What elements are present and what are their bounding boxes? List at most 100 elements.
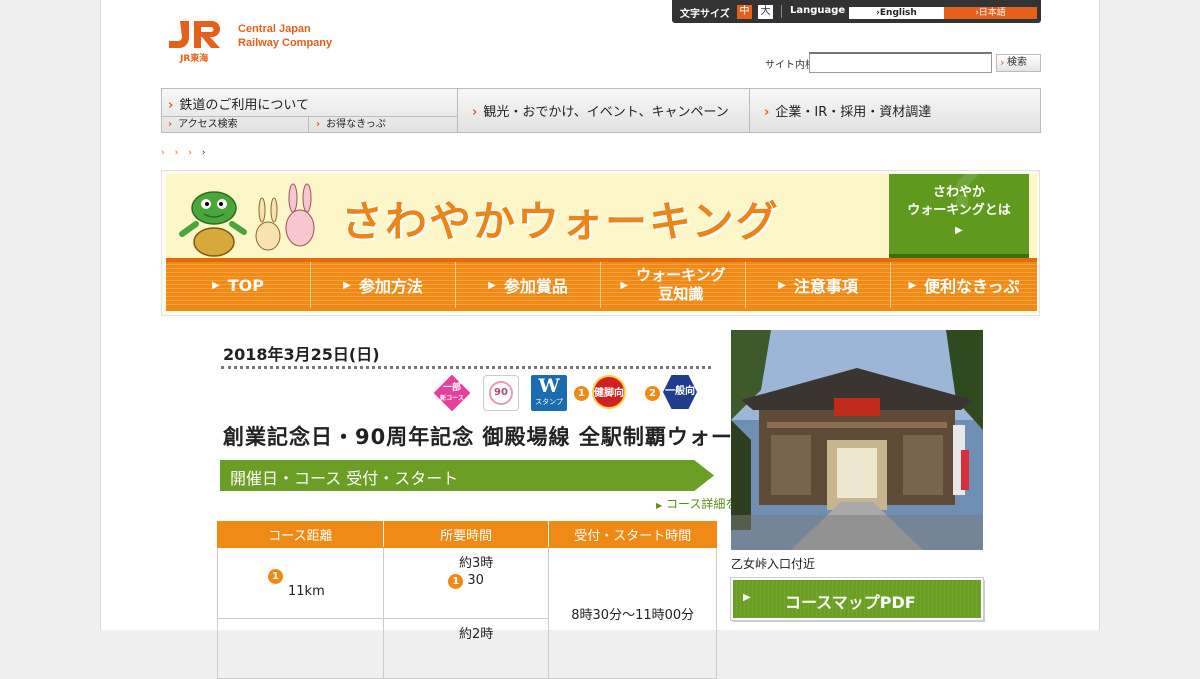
table-row: 1 11km 約3時 1 30 8時30分〜11時00分 xyxy=(217,547,717,679)
nav-item-rail-label: 鉄道のご利用について xyxy=(179,98,309,113)
new-course-badge-icon: 一部 新コース xyxy=(433,374,471,412)
global-nav: › 鉄道のご利用について › アクセス検索 › お得なきっぷ › 観光・おでかけ、イベン… xyxy=(161,88,1041,133)
triangle-right-icon: ▶ xyxy=(955,225,963,236)
nav-item-discount-tickets[interactable]: › お得なきっぷ xyxy=(310,117,458,132)
triangle-right-icon: ▶ xyxy=(778,279,786,291)
table-header: 所要時間 xyxy=(382,521,550,548)
banner-nav: ▶ TOP ▶ 参加方法 ▶ 参加賞品 ▶ ウォーキング 豆知識 ▶ 注意事項 ▶ 便利なきっ… xyxy=(166,258,1037,311)
japanese-button[interactable]: ›日本語 xyxy=(944,7,1037,19)
divider xyxy=(781,5,782,18)
table-cell-time: 約2時 xyxy=(382,618,550,679)
company-name: Central Japan Railway Company xyxy=(238,22,332,50)
breadcrumb-item[interactable]: › xyxy=(175,148,189,158)
breadcrumb-item[interactable]: › xyxy=(202,148,216,158)
nav-item-rail[interactable]: › 鉄道のご利用について xyxy=(162,89,458,117)
chevron-right-icon: › xyxy=(168,98,174,113)
table-header: コース距離 xyxy=(217,521,384,548)
badge-text: 一部 xyxy=(442,383,461,393)
w-stamp-badge-icon: W スタンプ xyxy=(531,375,567,411)
nav-item-discount-tickets-label: お得なきっぷ xyxy=(326,119,386,130)
distance-value: 11km xyxy=(288,583,325,599)
badge-text: 90 xyxy=(489,381,513,405)
triangle-right-icon: ▶ xyxy=(620,279,629,291)
chevron-right-icon: › xyxy=(168,119,173,130)
general-walker-badge-icon: 一般向 xyxy=(663,375,697,409)
table-cell-distance xyxy=(217,618,384,679)
chevron-right-icon: › xyxy=(472,105,478,120)
nav-rail-group: › 鉄道のご利用について › アクセス検索 › お得なきっぷ xyxy=(162,89,458,132)
photo-caption: 乙女峠入口付近 xyxy=(731,557,816,571)
time-value: 約3時 xyxy=(458,556,494,571)
banner-nav-how-to-join[interactable]: ▶ 参加方法 xyxy=(311,262,456,308)
jr-central-logo[interactable]: JR東海 Central Japan Railway Company xyxy=(166,18,346,64)
course-number-badge: 1 xyxy=(448,574,464,589)
company-name-line1: Central Japan xyxy=(238,23,311,35)
nav-item-access-search-label: アクセス検索 xyxy=(178,119,238,130)
page: JR東海 Central Japan Railway Company 文字サイズ… xyxy=(100,0,1100,679)
font-size-label: 文字サイズ xyxy=(680,9,730,20)
banner-title: さわやかウォーキング xyxy=(341,197,780,246)
search-button[interactable]: 検索 xyxy=(996,54,1041,72)
banner-header: さわやかウォーキング ? さわやか ウォーキングとは ▶ xyxy=(166,142,1037,258)
company-name-line2: Railway Company xyxy=(238,37,333,49)
course-number-badge: 1 xyxy=(268,568,283,584)
divider xyxy=(221,366,711,370)
mascot-illustration-icon xyxy=(179,183,315,257)
search-input[interactable] xyxy=(809,52,992,73)
triangle-right-icon: ▶ xyxy=(656,501,663,510)
banner-nav-walking-tips[interactable]: ▶ ウォーキング 豆知識 xyxy=(601,262,746,308)
badge-subtext: 新コース xyxy=(440,395,464,402)
triangle-right-icon: ▶ xyxy=(743,592,751,603)
table-header-row: コース距離 所要時間 受付・スタート時間 xyxy=(217,521,717,548)
badge-subtext: スタンプ xyxy=(535,398,563,406)
banner-nav-label: TOP xyxy=(227,275,264,295)
breadcrumb: ›››› xyxy=(161,148,215,158)
nav-item-tourism[interactable]: › 観光・おでかけ、イベント、キャンペーン xyxy=(458,89,750,132)
banner-nav-top[interactable]: ▶ TOP xyxy=(166,262,311,308)
font-size-medium-button[interactable]: 中 xyxy=(737,5,752,19)
triangle-right-icon: ▶ xyxy=(908,279,917,291)
triangle-right-icon: ▶ xyxy=(212,279,220,291)
chevron-right-icon: › xyxy=(316,119,321,130)
chevron-right-icon: › xyxy=(764,105,770,120)
table-cell-time: 約3時 1 30 xyxy=(382,547,550,619)
english-button[interactable]: ›English xyxy=(849,7,944,19)
walking-banner: さわやかウォーキング ? さわやか ウォーキングとは ▶ ▶ TOP ▶ 参加方法 … xyxy=(161,142,1040,316)
table-cell-start: 8時30分〜11時00分 xyxy=(548,547,717,679)
banner-nav-notes[interactable]: ▶ 注意事項 xyxy=(746,262,891,308)
breadcrumb-item[interactable]: › xyxy=(161,148,175,158)
utility-bar: 文字サイズ 中 大 Language ›English ›日本語 xyxy=(672,0,1041,23)
course-map-pdf-button[interactable]: ▶ コースマップPDF xyxy=(730,577,984,621)
banner-nav-label: ウォーキング xyxy=(636,266,726,284)
about-walking-button[interactable]: ? さわやか ウォーキングとは ▶ xyxy=(889,142,1029,258)
course-map-pdf-label: コースマップPDF xyxy=(785,593,916,612)
event-date: 2018年3月25日(日) xyxy=(223,345,380,364)
banner-nav-label: 便利なきっぷ xyxy=(924,277,1020,296)
time-value: 約2時 xyxy=(458,627,494,642)
triangle-right-icon: ▶ xyxy=(488,279,496,291)
banner-nav-prizes[interactable]: ▶ 参加賞品 xyxy=(456,262,601,308)
nav-item-tourism-label: 観光・おでかけ、イベント、キャンペーン xyxy=(483,105,729,120)
anniversary-90-badge-icon: 90 xyxy=(483,375,519,411)
triangle-right-icon: ▶ xyxy=(343,279,351,291)
banner-nav-label: 豆知識 xyxy=(658,285,704,303)
section-heading: 開催日・コース 受付・スタート xyxy=(220,460,714,491)
event-badges: 一部 新コース 90 W スタンプ 1 健脚向 2 一般向 xyxy=(433,374,704,412)
english-label: English xyxy=(879,8,917,18)
banner-nav-tickets[interactable]: ▶ 便利なきっぷ xyxy=(891,262,1037,308)
banner-nav-label: 参加賞品 xyxy=(503,277,568,296)
nav-item-corporate[interactable]: › 企業・IR・採用・資材調達 xyxy=(750,89,1040,132)
banner-nav-label: 参加方法 xyxy=(358,277,423,296)
language-label: Language xyxy=(790,5,846,16)
font-size-large-button[interactable]: 大 xyxy=(758,5,773,19)
nav-item-access-search[interactable]: › アクセス検索 xyxy=(162,117,309,132)
question-mark-icon: ? xyxy=(944,142,985,224)
table-cell-distance: 1 11km xyxy=(217,547,384,619)
course-table: コース距離 所要時間 受付・スタート時間 1 11km 約3時 1 30 8時3… xyxy=(217,521,717,679)
badge-text: W xyxy=(538,375,560,397)
banner-nav-label: 注意事項 xyxy=(793,277,858,296)
course-number-badge: 1 xyxy=(574,386,589,401)
logo-mark-text: JR東海 xyxy=(180,54,209,64)
breadcrumb-item[interactable]: › xyxy=(188,148,202,158)
temple-gate-photo xyxy=(731,330,983,550)
